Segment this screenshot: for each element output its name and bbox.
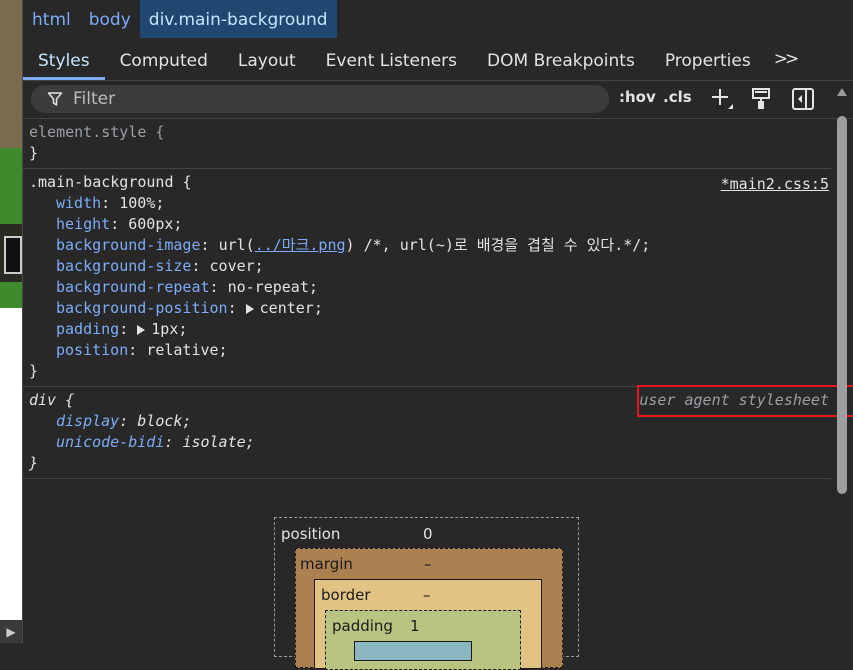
breadcrumb: html body div.main-background (23, 0, 853, 38)
style-rules: element.style { } *main2.css:5 .main-bac… (23, 119, 853, 479)
rule-close: } (29, 144, 39, 162)
property-value: 100%; (119, 194, 165, 212)
scroll-up-icon[interactable] (837, 88, 847, 96)
paint-brush-icon[interactable] (749, 86, 775, 112)
styles-toolbar: :hov .cls (23, 80, 853, 119)
url-suffix: ) /*, url(~)로 배경을 겹칠 수 있다.*/; (345, 236, 651, 254)
rule-div-user-agent: user agent stylesheet div { display: blo… (23, 385, 853, 479)
property-name: height (56, 215, 111, 233)
declaration-padding[interactable]: padding: 1px; (29, 319, 831, 340)
property-name: background-size (56, 257, 192, 275)
property-value: relative; (146, 341, 228, 359)
tab-properties[interactable]: Properties (650, 40, 766, 80)
devtools-tabbar: Styles Computed Layout Event Listeners D… (23, 40, 853, 81)
margin-box: margin – border – padding 1 (295, 548, 563, 670)
cls-button[interactable]: .cls (663, 88, 692, 106)
triangle-right-icon[interactable] (137, 325, 146, 335)
breadcrumb-div-main-background[interactable]: div.main-background (139, 0, 337, 38)
styles-scrollbar[interactable] (831, 82, 853, 643)
tab-event-listeners[interactable]: Event Listeners (311, 40, 472, 80)
rule-close: } (29, 454, 39, 472)
declaration-background-repeat[interactable]: background-repeat: no-repeat; (29, 277, 831, 298)
tab-styles[interactable]: Styles (23, 40, 105, 80)
property-name: position (56, 341, 129, 359)
property-value: center; (259, 299, 323, 317)
declaration-unicode-bidi: unicode-bidi: isolate; (56, 433, 255, 451)
property-name: background-repeat (56, 278, 210, 296)
page-image-top (0, 0, 22, 148)
property-name: background-position (56, 299, 228, 317)
breadcrumb-body[interactable]: body (80, 0, 140, 38)
margin-label: margin (300, 555, 353, 573)
box-model-diagram: position 0 margin – border – padding 1 (274, 517, 579, 670)
scrollbar-thumb[interactable] (837, 116, 847, 494)
padding-label: padding (332, 617, 393, 635)
rule-close: } (29, 362, 39, 380)
declaration-width[interactable]: width: 100%; (29, 193, 831, 214)
scroll-right-icon[interactable]: ▶ (0, 620, 22, 643)
filter-input[interactable] (71, 88, 555, 110)
url-link[interactable]: ../마크.png (255, 236, 346, 254)
breadcrumb-html[interactable]: html (23, 0, 80, 38)
declaration-background-image[interactable]: background-image: url(../마크.png) /*, url… (29, 235, 831, 256)
property-name: unicode-bidi (56, 433, 165, 451)
rule-selector[interactable]: .main-background { (29, 172, 831, 193)
property-name: width (56, 194, 102, 212)
declaration-position[interactable]: position: relative; (29, 340, 831, 361)
page-image-box (4, 236, 22, 274)
property-value: block; (137, 412, 192, 430)
tab-computed[interactable]: Computed (105, 40, 223, 80)
property-value: 1px; (151, 320, 188, 338)
property-name: display (56, 412, 120, 430)
rule-element-style: element.style { } (23, 119, 831, 169)
source-link[interactable]: *main2.css:5 (721, 175, 829, 193)
property-value: 600px; (128, 215, 183, 233)
declaration-background-size[interactable]: background-size: cover; (29, 256, 831, 277)
filter-icon (47, 92, 63, 106)
sidebar-toggle-icon[interactable] (790, 86, 816, 112)
property-name: padding (56, 320, 120, 338)
margin-value[interactable]: – (424, 555, 432, 573)
property-name: background-image (56, 236, 201, 254)
url-prefix: url( (218, 236, 255, 254)
plus-icon[interactable] (709, 86, 735, 112)
border-label: border (321, 586, 371, 604)
filter-box (31, 85, 609, 113)
more-tabs-icon[interactable]: >> (766, 40, 805, 80)
annotation-highlight-box (637, 385, 853, 417)
declaration-background-position[interactable]: background-position: center; (29, 298, 831, 319)
padding-value[interactable]: 1 (410, 617, 420, 635)
position-value[interactable]: 0 (423, 525, 433, 543)
hov-button[interactable]: :hov (619, 88, 656, 106)
property-value: cover; (209, 257, 264, 275)
property-value: isolate; (182, 433, 255, 451)
position-label: position (281, 525, 341, 543)
border-value[interactable]: – (423, 586, 431, 604)
rule-selector[interactable]: element.style { (29, 122, 831, 143)
content-box (354, 641, 472, 661)
border-box: border – padding 1 (314, 579, 542, 670)
page-preview-strip: ▶ (0, 0, 22, 643)
triangle-right-icon[interactable] (245, 304, 254, 314)
declaration-height[interactable]: height: 600px; (29, 214, 831, 235)
tab-dom-breakpoints[interactable]: DOM Breakpoints (472, 40, 650, 80)
property-value: no-repeat; (227, 278, 318, 296)
rule-main-background: *main2.css:5 .main-background { width: 1… (23, 169, 831, 387)
padding-box: padding 1 (325, 610, 521, 670)
devtools-panel: html body div.main-background Styles Com… (22, 0, 853, 670)
tab-layout[interactable]: Layout (223, 40, 311, 80)
